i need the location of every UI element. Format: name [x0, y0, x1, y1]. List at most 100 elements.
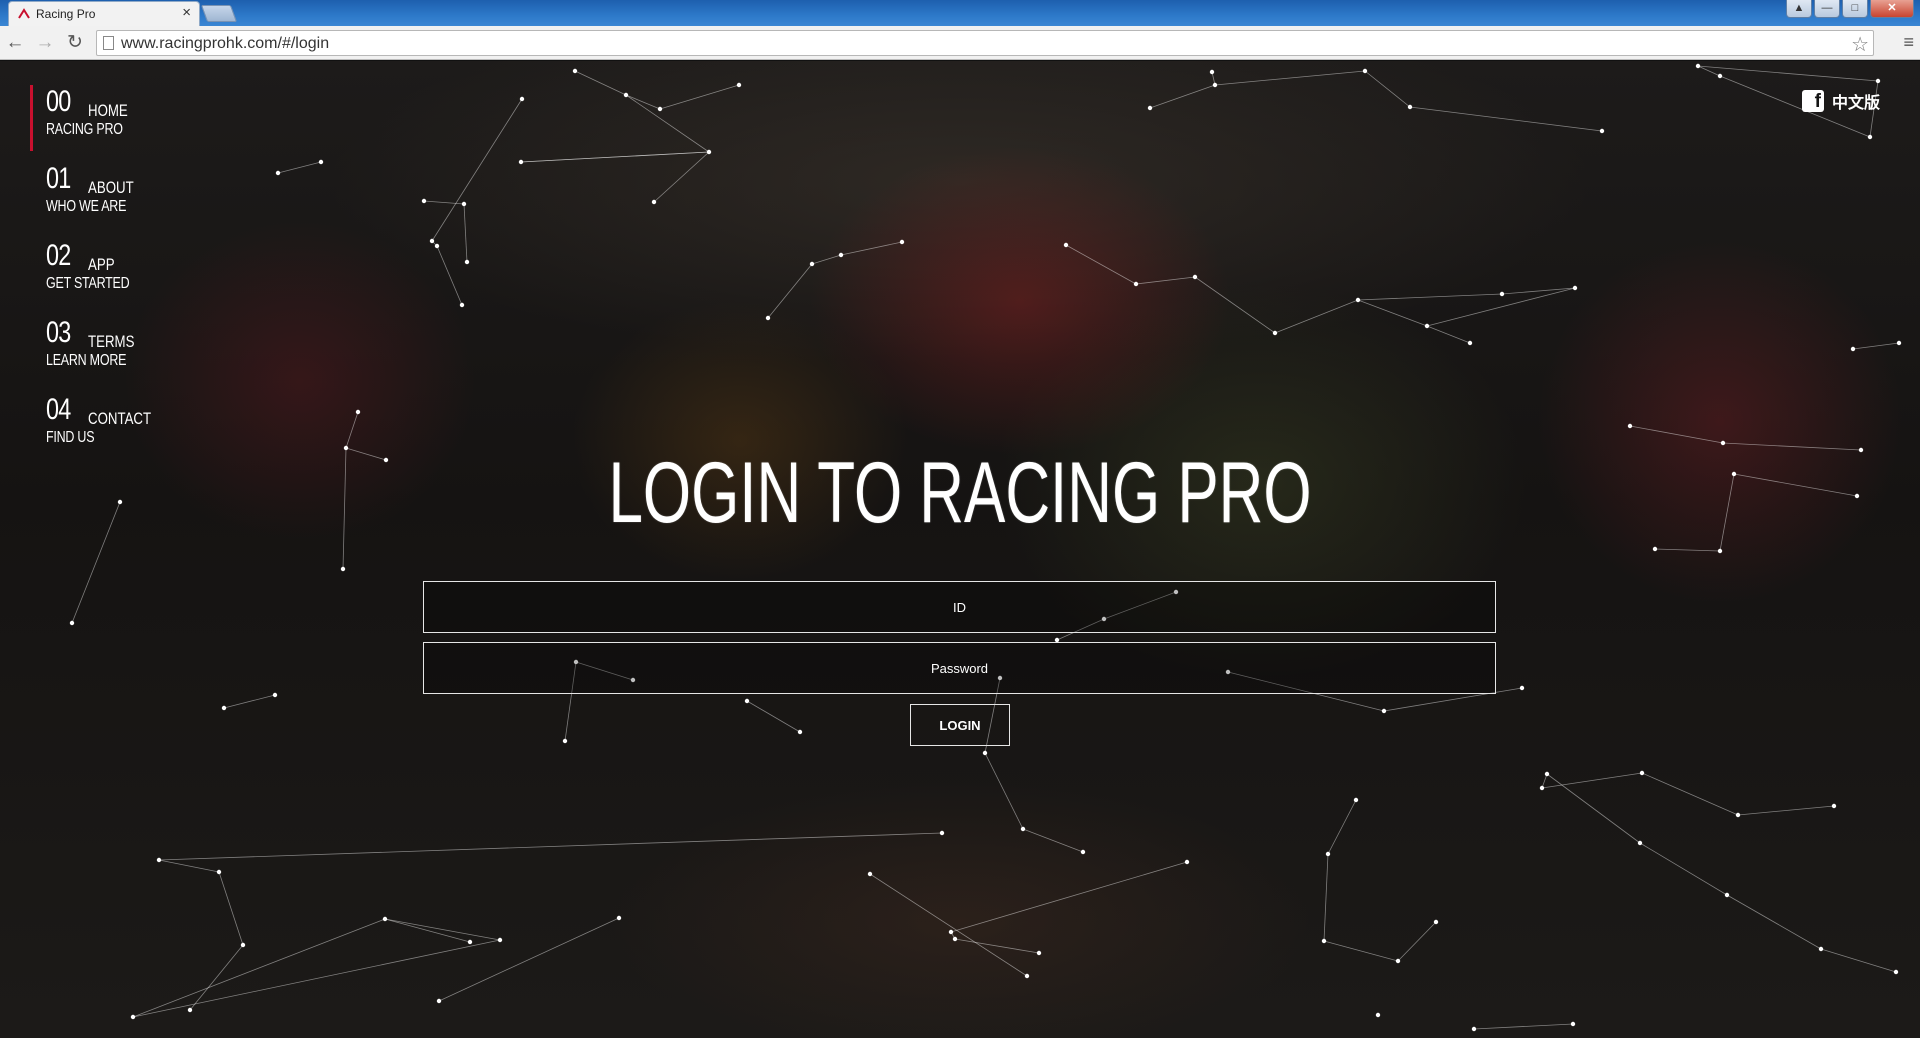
constellation-dot [117, 499, 123, 505]
constellation-dot [1637, 840, 1643, 846]
facebook-icon[interactable]: f [1801, 90, 1824, 112]
constellation-dot [1519, 685, 1525, 691]
constellation-dot [1080, 849, 1086, 855]
browser-tab[interactable]: Racing Pro × [8, 1, 200, 26]
constellation-line [132, 939, 501, 1018]
constellation-dot [1639, 770, 1645, 776]
constellation-dot [765, 315, 771, 321]
constellation-line [520, 151, 710, 163]
constellation-dot [939, 830, 945, 836]
nav-sublabel: WHO WE ARE [46, 198, 127, 215]
constellation-dot [1720, 440, 1726, 446]
chinese-version-link[interactable]: f 中文版 [1801, 89, 1880, 113]
nav-sublabel: GET STARTED [46, 275, 130, 292]
url-text[interactable]: www.racingprohk.com/#/login [121, 35, 329, 53]
nav-sublabel: LEARN MORE [46, 352, 127, 369]
nav-item-app[interactable]: 02 APP GET STARTED [30, 239, 190, 316]
constellation-line [423, 200, 465, 205]
constellation-dot [948, 929, 954, 935]
constellation-dot [1717, 548, 1723, 554]
bookmark-star-icon[interactable]: ☆ [1851, 32, 1869, 57]
constellation-line [1022, 828, 1084, 853]
constellation-line [746, 700, 801, 733]
id-input[interactable] [423, 581, 1496, 633]
constellation-dot [461, 201, 467, 207]
nav-item-home[interactable]: 00 HOME RACING PRO [30, 85, 190, 162]
constellation-line [625, 94, 710, 153]
new-tab-button[interactable] [200, 5, 238, 22]
constellation-dot [657, 106, 663, 112]
browser-titlebar: Racing Pro × ▲ — □ ✕ [0, 0, 1920, 26]
constellation-line [1357, 299, 1428, 327]
back-icon[interactable]: ← [4, 32, 26, 54]
constellation-line [1397, 921, 1437, 962]
nav-label: ABOUT [88, 178, 134, 197]
constellation-dot [130, 1014, 136, 1020]
constellation-line [384, 918, 471, 943]
constellation-line [984, 752, 1024, 830]
constellation-dot [1570, 1021, 1576, 1027]
constellation-dot [1539, 785, 1545, 791]
tab-close-icon[interactable]: × [182, 5, 191, 21]
close-icon[interactable]: ✕ [1870, 0, 1914, 18]
constellation-line [574, 70, 627, 96]
constellation-dot [1133, 281, 1139, 287]
nav-number: 02 [46, 239, 71, 272]
forward-icon[interactable]: → [34, 32, 56, 54]
lang-label: 中文版 [1831, 95, 1880, 112]
constellation-dot [340, 566, 346, 572]
constellation-line [1327, 799, 1357, 855]
profile-icon[interactable]: ▲ [1786, 0, 1812, 18]
nav-number: 03 [46, 316, 71, 349]
constellation-dot [1875, 78, 1881, 84]
constellation-dot [1572, 285, 1578, 291]
constellation-dot [982, 750, 988, 756]
address-bar[interactable]: www.racingprohk.com/#/login ☆ [96, 30, 1874, 56]
constellation-dot [275, 170, 281, 176]
constellation-line [1357, 293, 1503, 301]
nav-item-contact[interactable]: 04 CONTACT FIND US [30, 393, 190, 470]
constellation-line [438, 917, 620, 1002]
constellation-dot [616, 915, 622, 921]
constellation-line [1214, 70, 1366, 86]
constellation-dot [1831, 803, 1837, 809]
constellation-dot [1147, 105, 1153, 111]
nav-item-about[interactable]: 01 ABOUT WHO WE ARE [30, 162, 190, 239]
page-icon [103, 36, 114, 50]
constellation-line [653, 151, 710, 203]
chrome-menu-icon[interactable]: ≡ [1903, 32, 1914, 53]
constellation-line [1654, 548, 1721, 552]
constellation-line [1323, 940, 1399, 962]
constellation-line [869, 873, 1028, 977]
constellation-dot [562, 738, 568, 744]
constellation-line [1546, 773, 1641, 844]
constellation-line [1541, 773, 1548, 789]
constellation-line [1149, 84, 1216, 109]
constellation-line [436, 245, 463, 306]
constellation-dot [1433, 919, 1439, 925]
constellation-line [1274, 299, 1359, 334]
constellation-dot [1272, 330, 1278, 336]
constellation-dot [736, 82, 742, 88]
login-button[interactable]: LOGIN [910, 704, 1010, 746]
constellation-dot [272, 692, 278, 698]
constellation-line [1639, 842, 1728, 896]
constellation-line [1473, 1023, 1574, 1030]
nav-item-terms[interactable]: 03 TERMS LEARN MORE [30, 316, 190, 393]
maximize-icon[interactable]: □ [1842, 0, 1868, 18]
constellation-dot [1652, 546, 1658, 552]
nav-label: TERMS [88, 332, 135, 351]
nav-label: HOME [88, 101, 128, 120]
constellation-line [345, 411, 359, 449]
password-input[interactable] [423, 642, 1496, 694]
constellation-line [840, 241, 903, 256]
constellation-dot [1192, 274, 1198, 280]
minimize-icon[interactable]: — [1814, 0, 1840, 18]
constellation-line [1065, 244, 1137, 285]
reload-icon[interactable]: ↻ [64, 32, 86, 54]
constellation-dot [623, 92, 629, 98]
constellation-line [463, 203, 468, 263]
nav-number: 00 [46, 85, 71, 118]
constellation-dot [1471, 1026, 1477, 1032]
constellation-line [1323, 853, 1329, 942]
